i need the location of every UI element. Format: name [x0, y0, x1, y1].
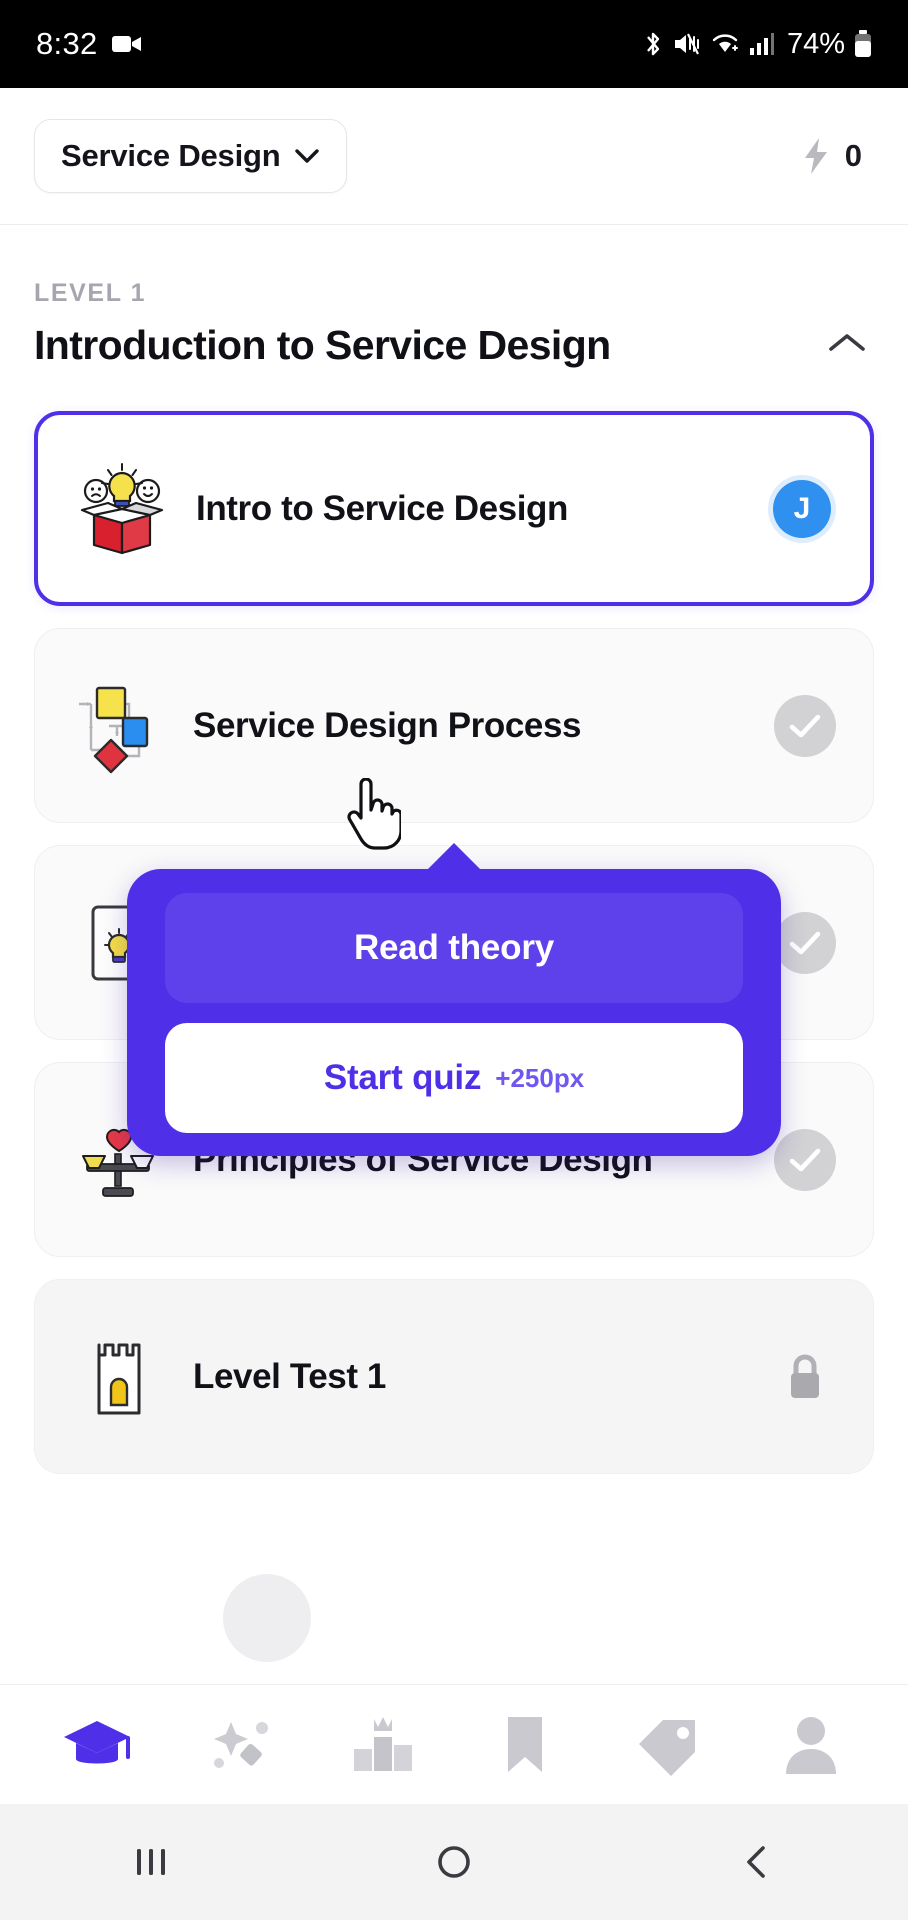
read-theory-label: Read theory	[353, 928, 555, 967]
back-button[interactable]	[697, 1804, 817, 1920]
nav-item-profile[interactable]	[763, 1697, 859, 1793]
energy-count: 0	[844, 138, 862, 173]
lesson-card-intro-to-service-design[interactable]: Intro to Service Design J	[34, 411, 874, 606]
nav-item-leaderboard[interactable]	[335, 1697, 431, 1793]
check-circle-icon	[774, 911, 836, 974]
avatar: J	[773, 479, 831, 538]
home-circle-icon	[438, 1846, 470, 1878]
lesson-title: Level Test 1	[193, 1356, 386, 1396]
lightning-bolt-icon	[804, 138, 827, 174]
phone-screen: 8:32 74% Service Design 0 LEVEL 1 Introd…	[0, 0, 908, 1920]
lesson-card-service-design-process[interactable]: Service Design Process	[34, 628, 874, 823]
chevron-up-icon	[829, 334, 865, 351]
course-selector-button[interactable]: Service Design	[34, 119, 348, 193]
battery-icon	[855, 30, 871, 57]
energy-indicator[interactable]: 0	[799, 136, 874, 176]
mute-icon	[674, 33, 699, 55]
person-icon	[785, 1716, 836, 1774]
nav-item-practice[interactable]	[192, 1697, 288, 1793]
section-header[interactable]: Introduction to Service Design	[0, 308, 908, 371]
wifi-icon	[712, 34, 738, 52]
next-section-peek-circle	[223, 1574, 311, 1662]
home-button[interactable]	[394, 1804, 514, 1920]
tag-icon	[638, 1719, 695, 1776]
bottom-navigation	[0, 1684, 908, 1804]
status-bar: 8:32 74%	[0, 0, 908, 88]
recents-button[interactable]	[91, 1804, 211, 1920]
course-name-label: Service Design	[61, 138, 281, 173]
graduation-cap-icon	[64, 1720, 131, 1763]
lesson-status: J	[766, 479, 838, 538]
cellular-signal-icon	[749, 33, 774, 55]
app-bar: Service Design 0	[0, 88, 908, 225]
flowchart-icon	[67, 678, 171, 774]
lesson-title: Intro to Service Design	[196, 488, 569, 528]
bookmark-icon	[508, 1716, 543, 1772]
status-time: 8:32	[36, 26, 98, 61]
start-quiz-button[interactable]: Start quiz +250px	[165, 1023, 743, 1133]
lesson-action-popup: Read theory Start quiz +250px	[127, 869, 781, 1156]
video-camera-icon	[111, 36, 141, 52]
status-bar-left: 8:32	[36, 26, 142, 62]
start-quiz-reward: +250px	[495, 1062, 585, 1093]
lesson-status	[769, 694, 841, 757]
check-circle-icon	[774, 1128, 836, 1191]
nav-item-bookmarks[interactable]	[477, 1697, 573, 1793]
status-bar-right: 74%	[642, 28, 872, 61]
lesson-status	[769, 1128, 841, 1191]
lock-icon	[791, 1354, 819, 1398]
castle-tower-icon	[67, 1329, 171, 1425]
start-quiz-label: Start quiz	[323, 1058, 482, 1097]
battery-percent: 74%	[786, 27, 845, 60]
back-chevron-icon	[746, 1846, 765, 1878]
read-theory-button[interactable]: Read theory	[165, 893, 743, 1003]
lesson-title: Service Design Process	[193, 705, 582, 745]
idea-box-icon	[70, 461, 174, 557]
collapse-section-button[interactable]	[820, 320, 874, 371]
nav-item-tags[interactable]	[620, 1697, 716, 1793]
podium-icon	[353, 1716, 412, 1771]
system-navigation-bar	[0, 1804, 908, 1920]
check-circle-icon	[774, 694, 836, 757]
magic-wand-icon	[213, 1721, 268, 1768]
bluetooth-icon	[647, 32, 660, 56]
chevron-down-icon	[295, 149, 320, 163]
lesson-card-level-test-1[interactable]: Level Test 1	[34, 1279, 874, 1474]
recents-icon	[137, 1849, 166, 1875]
nav-item-learn[interactable]	[49, 1697, 145, 1793]
lesson-status	[769, 1352, 841, 1402]
page-title: Introduction to Service Design	[34, 322, 611, 368]
level-label: LEVEL 1	[34, 279, 147, 307]
